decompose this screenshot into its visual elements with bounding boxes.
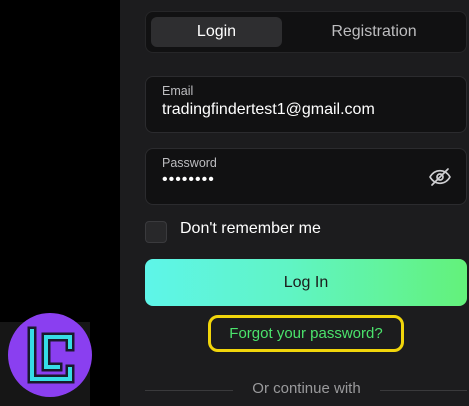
email-field[interactable]: Email tradingfindertest1@gmail.com (145, 76, 467, 133)
continue-with-text: Or continue with (252, 380, 361, 397)
dont-remember-label[interactable]: Don't remember me (180, 220, 321, 238)
eye-slash-icon[interactable] (428, 165, 452, 189)
divider-left (145, 390, 233, 391)
password-label: Password (162, 156, 217, 170)
auth-tabs: Login Registration (145, 11, 467, 53)
forgot-password-link[interactable]: Forgot your password? (208, 315, 404, 352)
email-value[interactable]: tradingfindertest1@gmail.com (162, 101, 375, 119)
tab-registration[interactable]: Registration (294, 17, 454, 47)
password-field[interactable]: Password •••••••• (145, 148, 467, 205)
login-button[interactable]: Log In (145, 259, 467, 306)
tab-login[interactable]: Login (151, 17, 282, 47)
password-value[interactable]: •••••••• (162, 171, 215, 189)
tradingfinder-logo-icon (8, 313, 92, 397)
dont-remember-checkbox[interactable] (145, 221, 167, 243)
divider-right (380, 390, 467, 391)
page: Login Registration Email tradingfinderte… (0, 0, 469, 406)
email-label: Email (162, 84, 194, 98)
